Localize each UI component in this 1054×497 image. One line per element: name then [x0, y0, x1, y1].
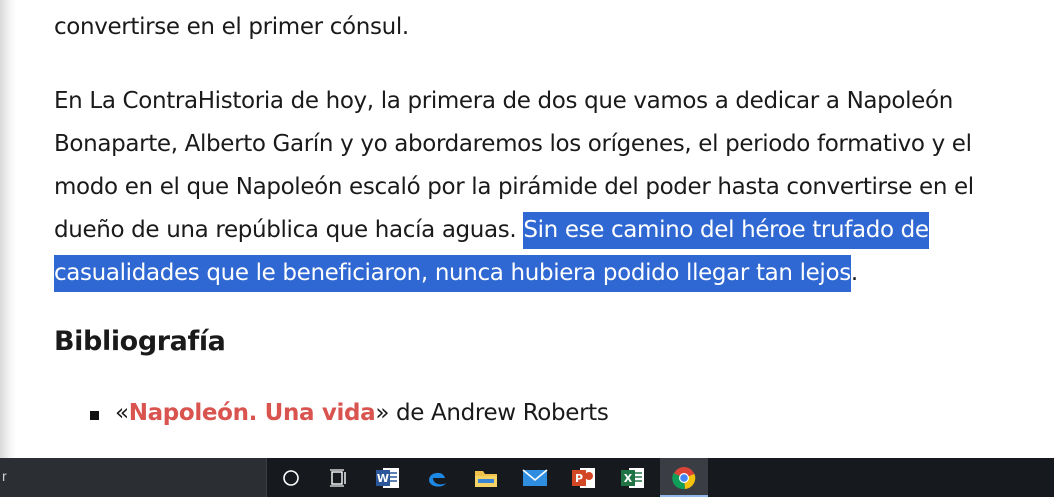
- paragraph-line-4: dueño de una república que hacía aguas. …: [54, 212, 929, 249]
- edge-icon[interactable]: [413, 458, 461, 497]
- list-bullet-icon: [90, 411, 99, 420]
- selected-text[interactable]: Sin ese camino del héroe trufado de: [523, 212, 929, 249]
- file-explorer-icon[interactable]: [462, 458, 510, 497]
- plain-text: dueño de una república que hacía aguas.: [54, 217, 524, 243]
- article-line: convertirse en el primer cónsul.: [54, 14, 409, 40]
- chrome-icon[interactable]: [660, 458, 708, 497]
- word-icon[interactable]: W: [364, 458, 412, 497]
- search-text: r: [2, 468, 7, 484]
- taskbar-search-box[interactable]: r: [0, 458, 267, 497]
- bibliography-heading: Bibliografía: [54, 326, 226, 357]
- paragraph-line-2: Bonaparte, Alberto Garín y yo abordaremo…: [54, 131, 972, 157]
- svg-text:P: P: [575, 472, 583, 485]
- paragraph-line-3: modo en el que Napoleón escaló por la pi…: [54, 174, 974, 200]
- task-view-icon[interactable]: [315, 458, 363, 497]
- page-left-shadow: [0, 0, 16, 458]
- book-author: de Andrew Roberts: [389, 400, 609, 426]
- plain-text: .: [850, 260, 858, 286]
- excel-icon[interactable]: X: [609, 458, 657, 497]
- paragraph-line-5: casualidades que le beneficiaron, nunca …: [54, 255, 858, 292]
- selected-text[interactable]: casualidades que le beneficiaron, nunca …: [54, 255, 851, 292]
- bibliography-list-item: «Napoleón. Una vida» de Andrew Roberts: [115, 400, 609, 426]
- cortana-circle-icon[interactable]: [267, 458, 315, 497]
- book-title-link[interactable]: Napoleón. Una vida: [129, 400, 376, 426]
- svg-text:X: X: [624, 472, 633, 485]
- open-quote: «: [115, 400, 129, 426]
- close-quote: »: [375, 400, 390, 426]
- taskbar: r W P X: [0, 458, 1054, 497]
- powerpoint-icon[interactable]: P: [560, 458, 608, 497]
- mail-icon[interactable]: [511, 458, 559, 497]
- paragraph-line-1: En La ContraHistoria de hoy, la primera …: [54, 88, 953, 114]
- svg-text:W: W: [377, 472, 389, 485]
